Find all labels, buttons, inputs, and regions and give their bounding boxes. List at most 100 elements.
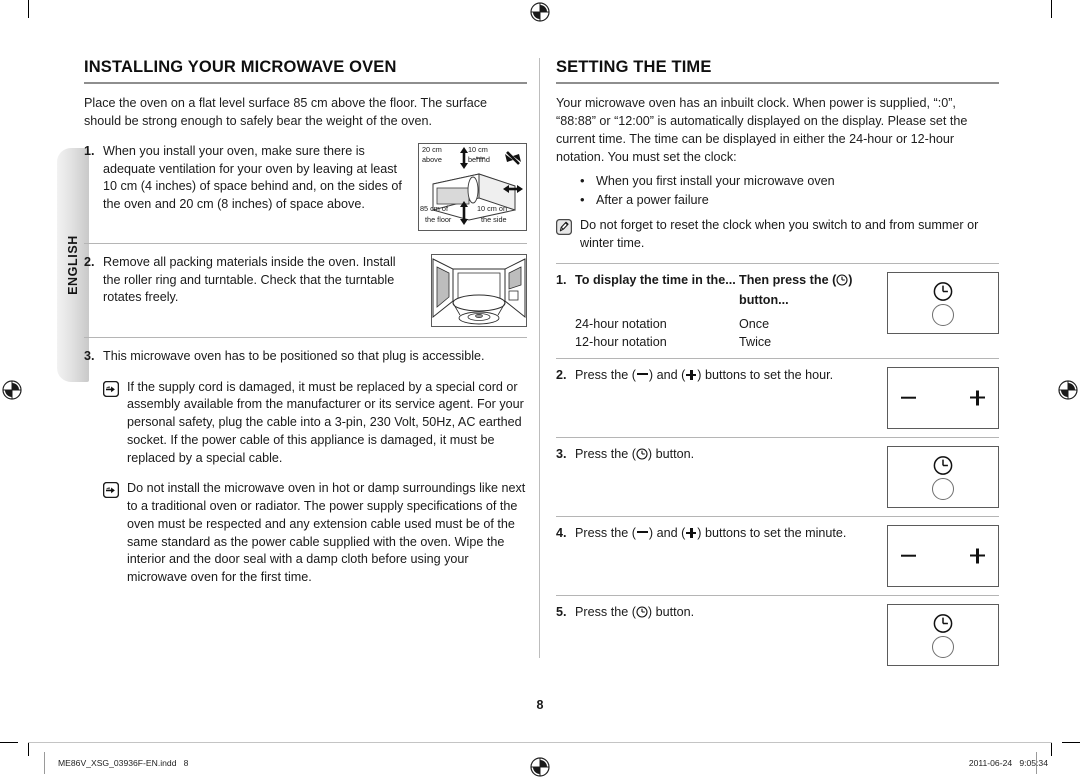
time-step-5: 5. Press the ( ) button. <box>556 603 999 668</box>
time-step-1-header-col1: To display the time in the... <box>575 273 736 287</box>
crop-mark-left-edge <box>0 742 18 743</box>
minus-button-icon <box>901 396 916 399</box>
minus-plus-panel <box>887 524 999 587</box>
clearance-label-behind: behind <box>468 154 490 164</box>
notation-24h-presses: Once <box>739 316 770 331</box>
crop-mark-right-edge <box>1062 742 1080 743</box>
time-step-4-text-part-1: Press the ( <box>575 525 636 540</box>
time-step-5-panel <box>887 603 999 666</box>
time-step-2: 2. Press the () and () buttons to set th… <box>556 366 999 431</box>
page-number: 8 <box>536 698 544 712</box>
install-step-1-number: 1. <box>84 143 95 158</box>
left-column: INSTALLING YOUR MICROWAVE OVEN Place the… <box>84 58 527 599</box>
divider-before-time-step-4 <box>556 515 999 517</box>
time-step-2-panel <box>887 366 999 429</box>
round-button-icon <box>932 477 954 500</box>
registration-mark-left <box>1 379 23 401</box>
minus-icon <box>636 372 648 375</box>
plus-button-icon <box>970 390 985 405</box>
footer-timestamp: 2011-06-24 9:05:34 <box>969 758 1048 768</box>
footer-file-name: ME86V_XSG_03936F-EN.indd 8 <box>58 758 189 768</box>
clock-button-panel <box>887 603 999 666</box>
column-divider <box>539 58 540 658</box>
time-step-2-number: 2. <box>556 367 567 382</box>
pointing-hand-icon <box>102 380 120 403</box>
install-step-1: 1. When you install your oven, make sure… <box>84 142 527 231</box>
install-step-3: 3. This microwave oven has to be positio… <box>84 348 527 366</box>
time-step-5-text: Press the ( ) button. <box>575 604 881 624</box>
time-step-5-text-part-1: Press the ( <box>575 604 636 619</box>
footer-tick-left <box>44 752 45 774</box>
footer: ME86V_XSG_03936F-EN.indd 8 2011-06-24 9:… <box>0 752 1080 778</box>
footer-time: 9:05:34 <box>1019 758 1048 768</box>
install-note-1: If the supply cord is damaged, it must b… <box>102 379 527 468</box>
divider-before-time-step-1 <box>556 263 999 264</box>
time-step-3-text-part-2: ) button. <box>647 446 695 461</box>
time-step-4-number: 4. <box>556 525 567 540</box>
time-step-3-text-part-1: Press the ( <box>575 446 636 461</box>
notation-12h-presses: Twice <box>739 334 772 349</box>
install-step-3-text: This microwave oven has to be positioned… <box>103 348 485 363</box>
minus-button-icon <box>901 554 916 557</box>
time-step-1-panel <box>887 272 999 334</box>
divider-after-step-2 <box>84 336 527 338</box>
clearance-label-floor: the floor <box>425 214 452 224</box>
setting-time-note-text: Do not forget to reset the clock when yo… <box>580 218 979 251</box>
clearance-label-85cm: 85 cm of <box>420 203 448 213</box>
footer-date: 2011-06-24 <box>968 758 1013 768</box>
page-title-setting-time: SETTING THE TIME <box>556 58 999 84</box>
language-side-tab-label: ENGLISH <box>66 235 80 295</box>
clearance-label-side: the side <box>481 214 507 224</box>
time-step-5-text-part-2: ) button. <box>647 604 695 619</box>
time-step-1-header-col2: Then press the () button... <box>739 272 881 310</box>
install-note-2: Do not install the microwave oven in hot… <box>102 480 527 587</box>
install-note-2-text: Do not install the microwave oven in hot… <box>127 480 526 585</box>
oven-interior-diagram <box>431 253 527 327</box>
install-step-3-number: 3. <box>84 348 95 363</box>
footer-divider <box>28 742 1052 743</box>
install-step-2-text: Remove all packing materials inside the … <box>103 254 396 305</box>
clearance-label-20cm: 20 cm <box>422 144 442 154</box>
pointing-hand-icon <box>102 481 120 504</box>
time-step-1-headers: To display the time in the... Then press… <box>575 272 881 310</box>
clock-icon <box>836 274 848 292</box>
crop-mark-top-left <box>28 0 29 18</box>
time-step-1-number: 1. <box>556 273 567 287</box>
crop-mark-top-right <box>1051 0 1052 18</box>
clearance-label-10cm-side: 10 cm on <box>477 203 508 213</box>
install-step-2-number: 2. <box>84 254 95 269</box>
time-step-4-panel <box>887 524 999 587</box>
registration-mark-right <box>1057 379 1079 401</box>
clearance-label-10cm-behind: 10 cm <box>468 144 488 154</box>
registration-mark-top <box>529 1 551 23</box>
time-step-3-panel <box>887 445 999 508</box>
clearance-label-above: above <box>422 154 442 164</box>
divider-before-time-step-3 <box>556 436 999 438</box>
time-step-3: 3. Press the () button. <box>556 445 999 510</box>
time-step-4-text-part-3: ) buttons to set the minute. <box>697 525 847 540</box>
install-step-2: 2. Remove all packing materials inside t… <box>84 253 527 327</box>
time-step-2-text-part-1: Press the ( <box>575 367 636 382</box>
divider-before-time-step-2 <box>556 357 999 359</box>
header-col2-prefix: Then press the ( <box>739 273 837 287</box>
time-step-4-text: Press the ( ) and ( ) buttons to set the m… <box>575 525 881 543</box>
time-step-2-text: Press the () and () buttons to set the h… <box>575 367 881 385</box>
clock-button-panel <box>887 272 999 334</box>
time-step-3-text: Press the ( ) button. <box>575 446 881 466</box>
divider-before-time-step-5 <box>556 594 999 596</box>
list-item: When you first install your microwave ov… <box>556 171 999 191</box>
clock-icon <box>636 447 648 466</box>
round-button-icon <box>932 304 954 326</box>
clock-icon <box>636 605 648 624</box>
time-step-5-number: 5. <box>556 604 567 619</box>
plus-icon <box>686 527 697 538</box>
time-step-4-text-part-2: ) and ( <box>648 525 686 540</box>
install-note-1-text: If the supply cord is damaged, it must b… <box>127 379 524 466</box>
right-column: SETTING THE TIME Your microwave oven has… <box>555 58 999 668</box>
time-step-4: 4. Press the ( ) and ( ) buttons to set th… <box>556 524 999 589</box>
minus-plus-panel <box>887 366 999 429</box>
page-title-installing: INSTALLING YOUR MICROWAVE OVEN <box>84 58 527 84</box>
table-row: 12-hour notation Twice <box>575 334 881 352</box>
divider-after-step-1 <box>84 242 527 244</box>
minus-icon <box>636 530 648 533</box>
